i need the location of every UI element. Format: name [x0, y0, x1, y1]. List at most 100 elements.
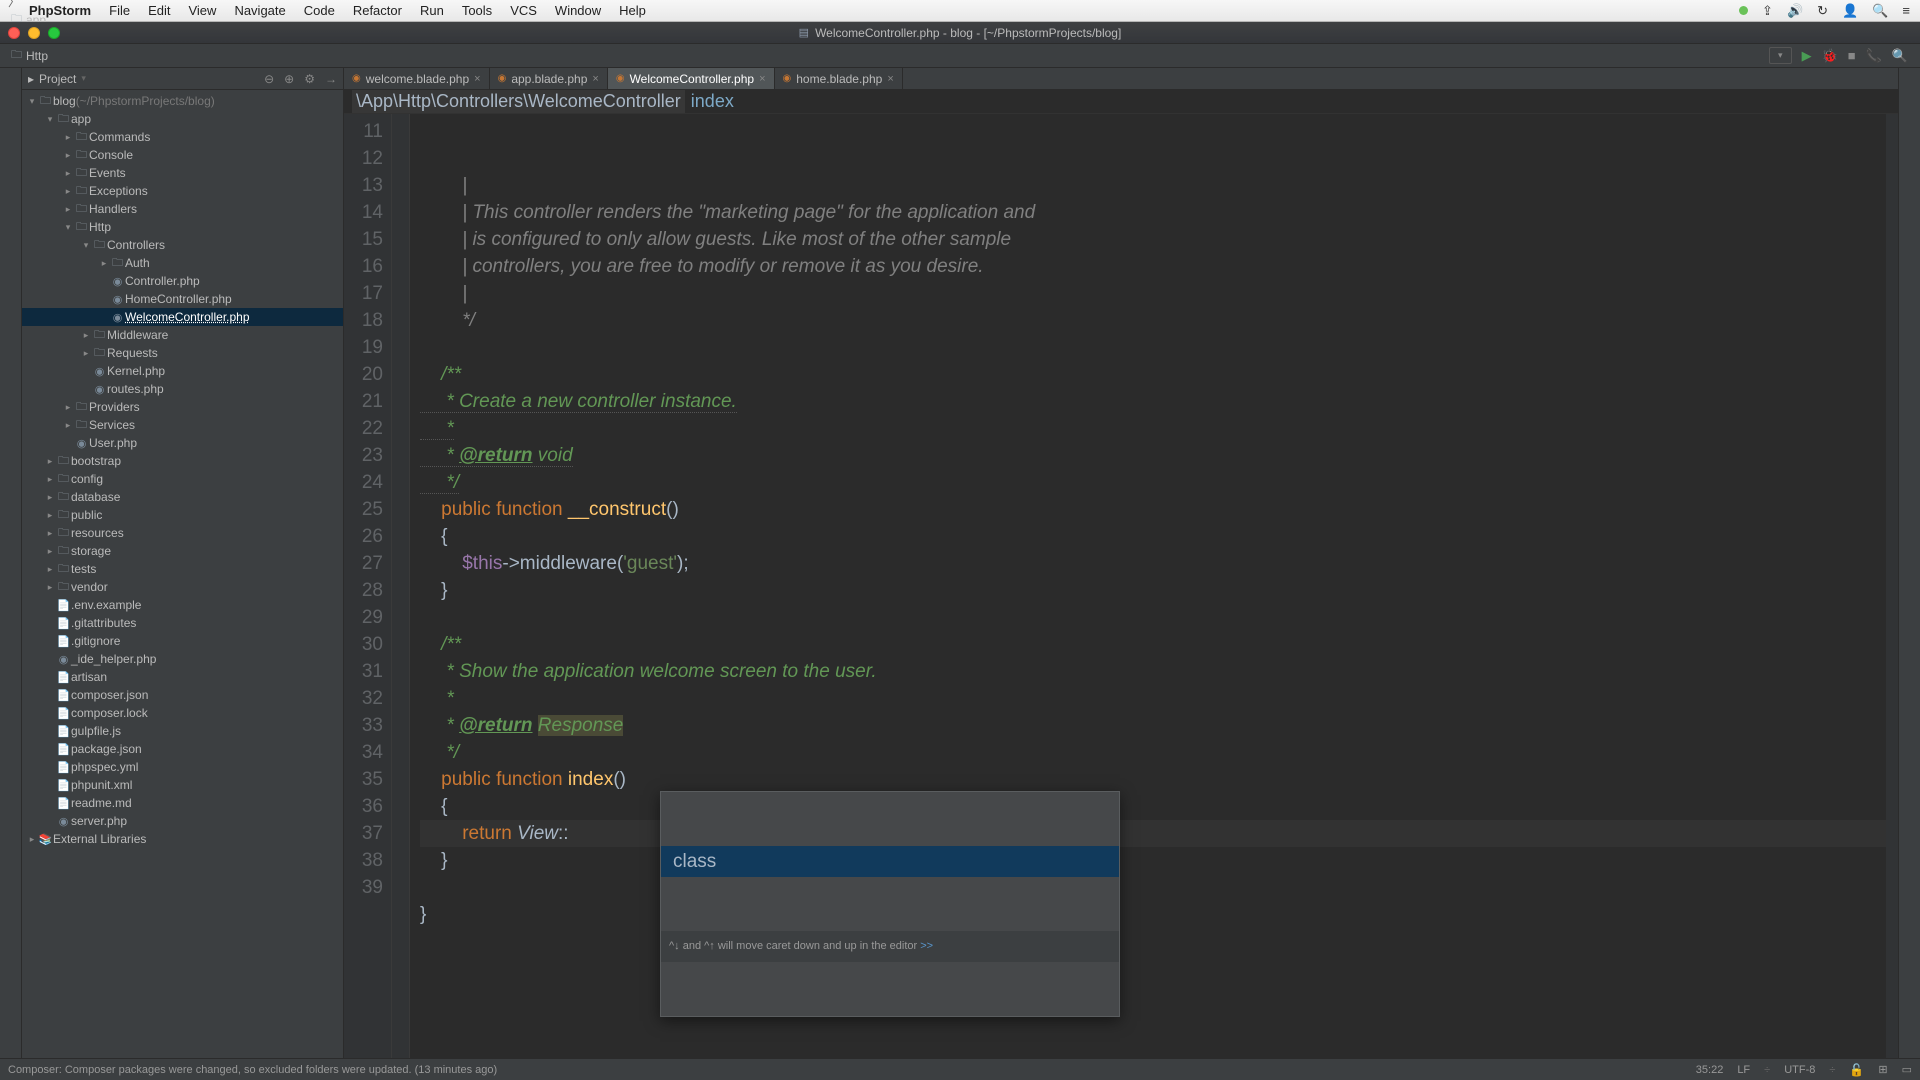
namespace-crumb[interactable]: \App\Http\Controllers\WelcomeController — [352, 90, 685, 113]
code-line-35[interactable]: return View:: — [420, 820, 1886, 847]
tree-arrow-icon[interactable]: ▸ — [44, 546, 56, 557]
tree-arrow-icon[interactable]: ▸ — [44, 564, 56, 575]
memory-indicator[interactable]: ▭ — [1902, 1063, 1912, 1076]
tree-arrow-icon[interactable]: ▾ — [80, 240, 92, 251]
tree-arrow-icon[interactable]: ▸ — [44, 582, 56, 593]
tree-arrow-icon[interactable]: ▸ — [44, 456, 56, 467]
autocomplete-popup[interactable]: class ^↓ and ^↑ will move caret down and… — [660, 791, 1120, 1017]
run-icon[interactable]: ▶ — [1802, 48, 1812, 64]
minimize-window-button[interactable] — [28, 27, 40, 39]
code-line-14[interactable]: | controllers, you are free to modify or… — [420, 253, 1886, 280]
locate-icon[interactable]: ⊕ — [284, 72, 294, 86]
tree-node-server-php[interactable]: ◉server.php — [22, 812, 343, 830]
code-line-25[interactable]: $this->middleware('guest'); — [420, 550, 1886, 577]
tree-node--gitignore[interactable]: 📄.gitignore — [22, 632, 343, 650]
code-line-26[interactable]: } — [420, 577, 1886, 604]
tree-node-app[interactable]: ▾🗀app — [22, 110, 343, 128]
tree-arrow-icon[interactable]: ▸ — [80, 330, 92, 341]
left-tool-strip[interactable] — [0, 68, 22, 1058]
listen-debug-icon[interactable]: 📞 — [1866, 48, 1882, 64]
code-line-21[interactable]: * @return void — [420, 442, 1886, 469]
menu-help[interactable]: Help — [610, 3, 655, 18]
code-line-22[interactable]: */ — [420, 469, 1886, 496]
tree-node-user-php[interactable]: ◉User.php — [22, 434, 343, 452]
tree-node-public[interactable]: ▸🗀public — [22, 506, 343, 524]
tab-home-blade-php[interactable]: ◉home.blade.php× — [775, 68, 903, 89]
code-line-36[interactable]: } — [420, 847, 1886, 874]
debug-icon[interactable]: 🐞 — [1822, 48, 1838, 64]
tree-node-blog[interactable]: ▾🗀blog (~/PhpstormProjects/blog) — [22, 92, 343, 110]
tree-arrow-icon[interactable]: ▸ — [62, 132, 74, 143]
menu-tools[interactable]: Tools — [453, 3, 501, 18]
tree-node-phpunit-xml[interactable]: 📄phpunit.xml — [22, 776, 343, 794]
zoom-window-button[interactable] — [48, 27, 60, 39]
tree-arrow-icon[interactable]: ▸ — [44, 528, 56, 539]
tree-node-kernel-php[interactable]: ◉Kernel.php — [22, 362, 343, 380]
context-icon[interactable]: ⊞ — [1878, 1063, 1887, 1076]
tree-node-events[interactable]: ▸🗀Events — [22, 164, 343, 182]
tree-node-services[interactable]: ▸🗀Services — [22, 416, 343, 434]
tree-arrow-icon[interactable]: ▾ — [44, 114, 56, 125]
error-stripe[interactable] — [1886, 114, 1898, 1058]
code-line-19[interactable]: * Create a new controller instance. — [420, 388, 1886, 415]
tree-node-config[interactable]: ▸🗀config — [22, 470, 343, 488]
line-gutter[interactable]: 1112131415161718192021222324252627282930… — [344, 114, 392, 1058]
tree-node-console[interactable]: ▸🗀Console — [22, 146, 343, 164]
right-tool-strip[interactable] — [1898, 68, 1920, 1058]
menu-navigate[interactable]: Navigate — [225, 3, 294, 18]
tree-node-resources[interactable]: ▸🗀resources — [22, 524, 343, 542]
tree-node-welcomecontroller-php[interactable]: ◉WelcomeController.php — [22, 308, 343, 326]
code-line-12[interactable]: | This controller renders the "marketing… — [420, 199, 1886, 226]
menu-refactor[interactable]: Refactor — [344, 3, 411, 18]
tree-arrow-icon[interactable]: ▸ — [62, 186, 74, 197]
method-crumb[interactable]: index — [685, 91, 734, 112]
code-line-37[interactable] — [420, 874, 1886, 901]
code-line-11[interactable]: | — [420, 172, 1886, 199]
tree-arrow-icon[interactable]: ▸ — [44, 510, 56, 521]
tree-node-providers[interactable]: ▸🗀Providers — [22, 398, 343, 416]
tree-arrow-icon[interactable]: ▸ — [80, 348, 92, 359]
tree-node-artisan[interactable]: 📄artisan — [22, 668, 343, 686]
code-line-13[interactable]: | is configured to only allow guests. Li… — [420, 226, 1886, 253]
tree-node-auth[interactable]: ▸🗀Auth — [22, 254, 343, 272]
autocomplete-item[interactable]: class — [661, 846, 1119, 877]
close-tab-icon[interactable]: × — [592, 73, 598, 85]
tree-node-routes-php[interactable]: ◉routes.php — [22, 380, 343, 398]
tree-arrow-icon[interactable]: ▾ — [26, 96, 38, 107]
code-line-17[interactable] — [420, 334, 1886, 361]
code-line-39[interactable] — [420, 928, 1886, 955]
tab-app-blade-php[interactable]: ◉app.blade.php× — [490, 68, 608, 89]
code-line-27[interactable] — [420, 604, 1886, 631]
spotlight-icon[interactable]: 🔍 — [1872, 3, 1888, 19]
code-line-20[interactable]: * — [420, 415, 1886, 442]
tree-node-phpspec-yml[interactable]: 📄phpspec.yml — [22, 758, 343, 776]
code-line-28[interactable]: /** — [420, 631, 1886, 658]
line-separator[interactable]: LF — [1737, 1064, 1750, 1076]
wifi-icon[interactable]: ⇪ — [1762, 3, 1773, 19]
menu-view[interactable]: View — [179, 3, 225, 18]
tree-node-handlers[interactable]: ▸🗀Handlers — [22, 200, 343, 218]
notification-icon[interactable]: ≡ — [1902, 3, 1910, 18]
close-tab-icon[interactable]: × — [759, 73, 765, 85]
tree-node-requests[interactable]: ▸🗀Requests — [22, 344, 343, 362]
code-line-33[interactable]: public function index() — [420, 766, 1886, 793]
tree-node-package-json[interactable]: 📄package.json — [22, 740, 343, 758]
tree-node-tests[interactable]: ▸🗀tests — [22, 560, 343, 578]
tree-node--gitattributes[interactable]: 📄.gitattributes — [22, 614, 343, 632]
tree-arrow-icon[interactable]: ▸ — [62, 150, 74, 161]
status-dot-icon[interactable] — [1739, 6, 1748, 15]
project-label[interactable]: Project — [39, 72, 76, 86]
tree-node-middleware[interactable]: ▸🗀Middleware — [22, 326, 343, 344]
tree-node-controller-php[interactable]: ◉Controller.php — [22, 272, 343, 290]
file-encoding[interactable]: UTF-8 — [1784, 1064, 1815, 1076]
code-line-29[interactable]: * Show the application welcome screen to… — [420, 658, 1886, 685]
hide-icon[interactable]: → — [325, 72, 337, 86]
time-machine-icon[interactable]: ↻ — [1817, 3, 1828, 19]
fold-gutter[interactable] — [392, 114, 410, 1058]
run-config-dropdown[interactable]: ▾ — [1769, 47, 1792, 64]
caret-position[interactable]: 35:22 — [1696, 1064, 1724, 1076]
user-icon[interactable]: 👤 — [1842, 3, 1858, 19]
code-line-38[interactable]: } — [420, 901, 1886, 928]
tree-node-bootstrap[interactable]: ▸🗀bootstrap — [22, 452, 343, 470]
tree-node-composer-lock[interactable]: 📄composer.lock — [22, 704, 343, 722]
